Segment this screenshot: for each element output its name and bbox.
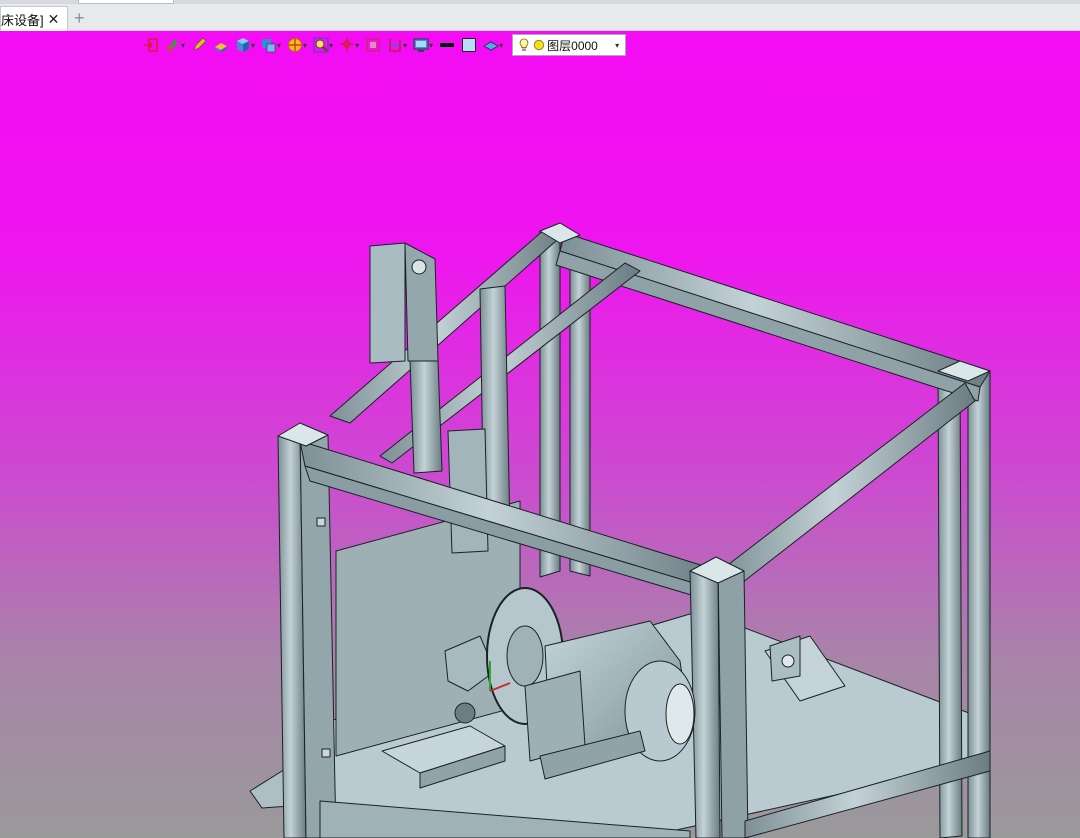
3d-viewport[interactable]: ▾ ▾ ▾ ▾ ▾ ▾ ▾ ▾ ▾ 图层0000 ▾ — [0, 31, 1080, 838]
document-tab-label: 床设备] — [1, 12, 44, 28]
machine-model — [249, 222, 991, 838]
document-tab[interactable]: 床设备] ✕ — [0, 6, 68, 31]
document-tab-bar: 床设备] ✕ + — [0, 4, 1080, 31]
close-icon[interactable]: ✕ — [48, 11, 60, 28]
add-tab-button[interactable]: + — [74, 8, 85, 29]
